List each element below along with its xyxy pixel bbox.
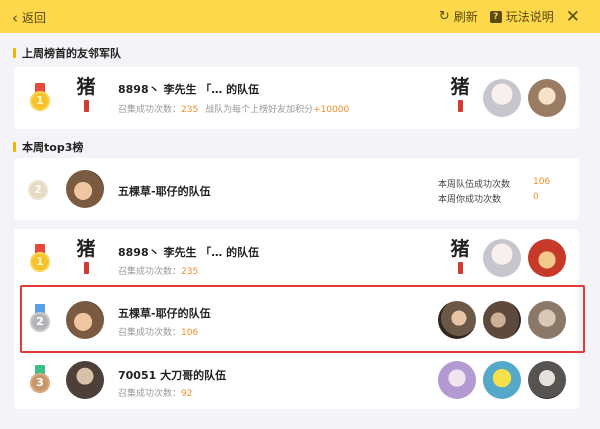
week-team-success-label: 本周队伍成功次数 bbox=[438, 180, 511, 190]
week-my-success-label: 本周你成功次数 bbox=[438, 195, 502, 205]
help-button[interactable]: ? 玩法说明 bbox=[489, 8, 554, 25]
team-logo: 猪 bbox=[72, 237, 100, 281]
section-marker bbox=[13, 142, 16, 152]
week-team-success-value: 106 bbox=[533, 177, 551, 187]
team-stat: 召集成功次数：235 战队为每个上榜好友加积分+10000 bbox=[118, 105, 350, 115]
gold-medal-icon: 1 bbox=[30, 83, 50, 113]
member-avatar[interactable] bbox=[438, 361, 476, 399]
help-icon: ? bbox=[489, 10, 502, 23]
team-leader-avatar[interactable] bbox=[66, 361, 104, 399]
member-avatar[interactable] bbox=[528, 361, 566, 399]
section-marker bbox=[13, 48, 16, 58]
back-label: 返回 bbox=[22, 11, 47, 25]
gold-medal-icon: 1 bbox=[30, 244, 50, 274]
back-button[interactable]: ‹ 返回 bbox=[12, 9, 46, 26]
team-logo-right: 猪 bbox=[446, 75, 474, 119]
rank-badge-icon: 2 bbox=[28, 180, 48, 210]
team-logo-right: 猪 bbox=[446, 237, 474, 281]
team-name: 五棵草-耶仔的队伍 bbox=[118, 185, 211, 198]
week-my-success-value: 0 bbox=[533, 192, 539, 202]
refresh-label: 刷新 bbox=[453, 10, 478, 24]
chevron-left-icon: ‹ bbox=[12, 8, 18, 27]
bronze-medal-icon: 3 bbox=[30, 365, 50, 395]
help-label: 玩法说明 bbox=[505, 10, 554, 24]
team-stat: 召集成功次数：92 bbox=[118, 389, 193, 399]
team-name: 8898丶 李先生 「… 的队伍 bbox=[118, 246, 260, 259]
my-team-card[interactable]: 2 五棵草-耶仔的队伍 本周队伍成功次数 106 本周你成功次数 0 bbox=[14, 158, 579, 220]
refresh-icon: ↻ bbox=[438, 9, 450, 24]
list-item[interactable]: 1 猪 8898丶 李先生 「… 的队伍 召集成功次数：235 猪 bbox=[14, 229, 579, 291]
my-team-highlight bbox=[20, 285, 585, 353]
member-avatar[interactable] bbox=[528, 239, 566, 277]
team-stat: 召集成功次数：235 bbox=[118, 267, 199, 277]
team-logo: 猪 bbox=[72, 75, 100, 119]
close-icon[interactable]: ✕ bbox=[566, 8, 580, 25]
member-avatar[interactable] bbox=[483, 361, 521, 399]
lastweek-card[interactable]: 1 猪 8898丶 李先生 「… 的队伍 召集成功次数：235 战队为每个上榜好… bbox=[14, 67, 579, 129]
team-name: 8898丶 李先生 「… 的队伍 bbox=[118, 83, 260, 96]
section-title-text: 上周榜首的友邻军队 bbox=[22, 47, 121, 60]
list-item[interactable]: 3 70051 大刀哥的队伍 召集成功次数：92 bbox=[14, 353, 579, 415]
member-avatar[interactable] bbox=[528, 79, 566, 117]
section-title-text: 本周top3榜 bbox=[22, 141, 84, 154]
section-title-top3: 本周top3榜 bbox=[13, 139, 83, 155]
team-leader-avatar[interactable] bbox=[66, 170, 104, 208]
refresh-button[interactable]: ↻ 刷新 bbox=[439, 8, 478, 25]
section-title-lastweek: 上周榜首的友邻军队 bbox=[13, 45, 121, 61]
top-bar: ‹ 返回 ↻ 刷新 ? 玩法说明 ✕ bbox=[0, 0, 600, 33]
team-name: 70051 大刀哥的队伍 bbox=[118, 369, 227, 382]
member-avatar[interactable] bbox=[483, 79, 521, 117]
member-avatar[interactable] bbox=[483, 239, 521, 277]
